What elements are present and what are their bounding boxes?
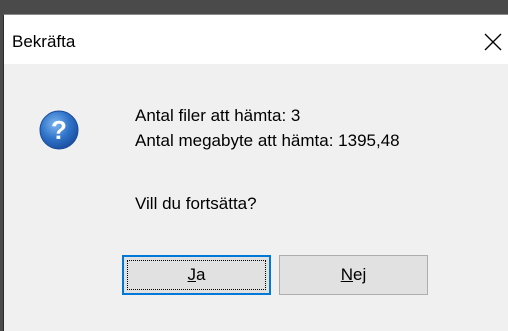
close-icon (484, 33, 502, 51)
yes-button[interactable]: Ja (122, 255, 271, 295)
message-question: Vill du fortsätta? (135, 194, 257, 213)
question-icon: ? (39, 110, 79, 150)
focus-ring (127, 260, 266, 290)
title-bar: Bekräfta (4, 15, 508, 64)
confirm-dialog: Bekräfta ? Antal filer att hämta: 3 Anta… (3, 14, 508, 331)
no-accelerator: N (340, 265, 354, 284)
no-button-label: Nej (341, 265, 367, 285)
dialog-content: ? Antal filer att hämta: 3 Antal megabyt… (4, 64, 508, 331)
no-button[interactable]: Nej (279, 255, 428, 295)
close-button[interactable] (478, 27, 508, 57)
dialog-title: Bekräfta (12, 32, 76, 51)
message-file-count: Antal filer att hämta: 3 (135, 106, 301, 125)
no-label-rest: ej (353, 265, 367, 284)
svg-text:?: ? (51, 115, 67, 145)
message-megabytes: Antal megabyte att hämta: 1395,48 (135, 131, 400, 150)
